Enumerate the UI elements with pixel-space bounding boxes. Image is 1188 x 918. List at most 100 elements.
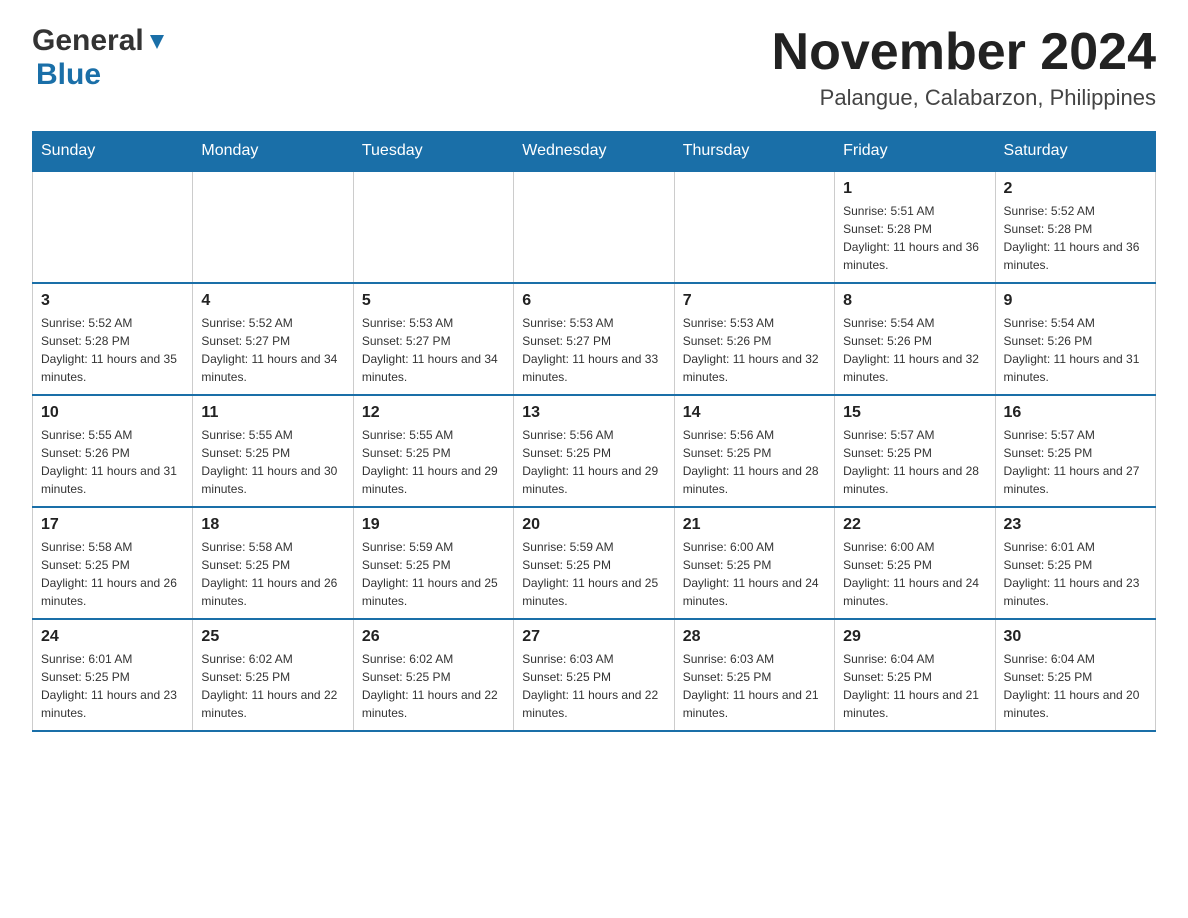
- day-info: Sunrise: 6:01 AM Sunset: 5:25 PM Dayligh…: [41, 650, 184, 722]
- table-row: 19 Sunrise: 5:59 AM Sunset: 5:25 PM Dayli…: [353, 507, 513, 619]
- day-info: Sunrise: 5:55 AM Sunset: 5:26 PM Dayligh…: [41, 426, 184, 498]
- day-info: Sunrise: 6:00 AM Sunset: 5:25 PM Dayligh…: [683, 538, 826, 610]
- day-info: Sunrise: 6:02 AM Sunset: 5:25 PM Dayligh…: [362, 650, 505, 722]
- day-info: Sunrise: 6:03 AM Sunset: 5:25 PM Dayligh…: [522, 650, 665, 722]
- day-number: 7: [683, 292, 826, 310]
- day-info: Sunrise: 5:59 AM Sunset: 5:25 PM Dayligh…: [522, 538, 665, 610]
- day-info: Sunrise: 5:56 AM Sunset: 5:25 PM Dayligh…: [522, 426, 665, 498]
- table-row: 8Sunrise: 5:54 AM Sunset: 5:26 PM Daylig…: [835, 283, 995, 395]
- day-number: 19: [362, 516, 505, 534]
- day-number: 18: [201, 516, 344, 534]
- day-number: 27: [522, 628, 665, 646]
- table-row: 27 Sunrise: 6:03 AM Sunset: 5:25 PM Dayli…: [514, 619, 674, 731]
- table-row: 22 Sunrise: 6:00 AM Sunset: 5:25 PM Dayli…: [835, 507, 995, 619]
- logo-blue-text: Blue: [36, 58, 101, 91]
- day-info: Sunrise: 5:54 AM Sunset: 5:26 PM Dayligh…: [843, 314, 986, 386]
- day-number: 1: [843, 180, 986, 198]
- day-number: 13: [522, 404, 665, 422]
- day-info: Sunrise: 6:04 AM Sunset: 5:25 PM Dayligh…: [843, 650, 986, 722]
- calendar-week-row: 1 Sunrise: 5:51 AM Sunset: 5:28 PM Daylig…: [33, 171, 1156, 283]
- table-row: 23 Sunrise: 6:01 AM Sunset: 5:25 PM Dayli…: [995, 507, 1155, 619]
- calendar-table: Sunday Monday Tuesday Wednesday Thursday…: [32, 131, 1156, 732]
- day-number: 3: [41, 292, 184, 310]
- day-info: Sunrise: 5:52 AM Sunset: 5:28 PM Dayligh…: [1004, 202, 1147, 274]
- day-info: Sunrise: 5:52 AM Sunset: 5:27 PM Dayligh…: [201, 314, 344, 386]
- day-info: Sunrise: 5:51 AM Sunset: 5:28 PM Dayligh…: [843, 202, 986, 274]
- table-row: [193, 171, 353, 283]
- table-row: 21Sunrise: 6:00 AM Sunset: 5:25 PM Dayli…: [674, 507, 834, 619]
- day-info: Sunrise: 5:53 AM Sunset: 5:27 PM Dayligh…: [362, 314, 505, 386]
- day-info: Sunrise: 5:57 AM Sunset: 5:25 PM Dayligh…: [1004, 426, 1147, 498]
- table-row: 18 Sunrise: 5:58 AM Sunset: 5:25 PM Dayli…: [193, 507, 353, 619]
- col-wednesday: Wednesday: [514, 132, 674, 172]
- header: General Blue November 2024 Palangue, Cal…: [32, 24, 1156, 111]
- day-info: Sunrise: 5:55 AM Sunset: 5:25 PM Dayligh…: [201, 426, 344, 498]
- table-row: 11Sunrise: 5:55 AM Sunset: 5:25 PM Dayli…: [193, 395, 353, 507]
- table-row: 28Sunrise: 6:03 AM Sunset: 5:25 PM Dayli…: [674, 619, 834, 731]
- day-info: Sunrise: 6:04 AM Sunset: 5:25 PM Dayligh…: [1004, 650, 1147, 722]
- table-row: 14 Sunrise: 5:56 AM Sunset: 5:25 PM Dayli…: [674, 395, 834, 507]
- table-row: 29 Sunrise: 6:04 AM Sunset: 5:25 PM Dayli…: [835, 619, 995, 731]
- day-info: Sunrise: 5:57 AM Sunset: 5:25 PM Dayligh…: [843, 426, 986, 498]
- day-number: 29: [843, 628, 986, 646]
- col-monday: Monday: [193, 132, 353, 172]
- col-thursday: Thursday: [674, 132, 834, 172]
- col-saturday: Saturday: [995, 132, 1155, 172]
- day-number: 22: [843, 516, 986, 534]
- table-row: 9Sunrise: 5:54 AM Sunset: 5:26 PM Daylig…: [995, 283, 1155, 395]
- day-number: 16: [1004, 404, 1147, 422]
- table-row: 7 Sunrise: 5:53 AM Sunset: 5:26 PM Daylig…: [674, 283, 834, 395]
- col-friday: Friday: [835, 132, 995, 172]
- day-info: Sunrise: 5:59 AM Sunset: 5:25 PM Dayligh…: [362, 538, 505, 610]
- table-row: 5 Sunrise: 5:53 AM Sunset: 5:27 PM Daylig…: [353, 283, 513, 395]
- day-number: 20: [522, 516, 665, 534]
- day-number: 28: [683, 628, 826, 646]
- table-row: 24 Sunrise: 6:01 AM Sunset: 5:25 PM Dayli…: [33, 619, 193, 731]
- day-info: Sunrise: 5:53 AM Sunset: 5:26 PM Dayligh…: [683, 314, 826, 386]
- day-info: Sunrise: 5:58 AM Sunset: 5:25 PM Dayligh…: [41, 538, 184, 610]
- table-row: 4 Sunrise: 5:52 AM Sunset: 5:27 PM Daylig…: [193, 283, 353, 395]
- day-number: 12: [362, 404, 505, 422]
- table-row: 17 Sunrise: 5:58 AM Sunset: 5:25 PM Dayli…: [33, 507, 193, 619]
- day-number: 4: [201, 292, 344, 310]
- calendar-week-row: 17 Sunrise: 5:58 AM Sunset: 5:25 PM Dayli…: [33, 507, 1156, 619]
- day-info: Sunrise: 6:02 AM Sunset: 5:25 PM Dayligh…: [201, 650, 344, 722]
- day-number: 10: [41, 404, 184, 422]
- table-row: [353, 171, 513, 283]
- table-row: 6 Sunrise: 5:53 AM Sunset: 5:27 PM Daylig…: [514, 283, 674, 395]
- table-row: 15Sunrise: 5:57 AM Sunset: 5:25 PM Dayli…: [835, 395, 995, 507]
- day-info: Sunrise: 5:53 AM Sunset: 5:27 PM Dayligh…: [522, 314, 665, 386]
- table-row: 30Sunrise: 6:04 AM Sunset: 5:25 PM Dayli…: [995, 619, 1155, 731]
- day-number: 26: [362, 628, 505, 646]
- table-row: 1 Sunrise: 5:51 AM Sunset: 5:28 PM Daylig…: [835, 171, 995, 283]
- table-row: 20 Sunrise: 5:59 AM Sunset: 5:25 PM Dayli…: [514, 507, 674, 619]
- day-number: 14: [683, 404, 826, 422]
- day-info: Sunrise: 5:55 AM Sunset: 5:25 PM Dayligh…: [362, 426, 505, 498]
- day-number: 6: [522, 292, 665, 310]
- col-sunday: Sunday: [33, 132, 193, 172]
- day-number: 23: [1004, 516, 1147, 534]
- day-info: Sunrise: 6:00 AM Sunset: 5:25 PM Dayligh…: [843, 538, 986, 610]
- day-number: 2: [1004, 180, 1147, 198]
- table-row: 2 Sunrise: 5:52 AM Sunset: 5:28 PM Daylig…: [995, 171, 1155, 283]
- day-info: Sunrise: 5:58 AM Sunset: 5:25 PM Dayligh…: [201, 538, 344, 610]
- table-row: 25Sunrise: 6:02 AM Sunset: 5:25 PM Dayli…: [193, 619, 353, 731]
- table-row: 16 Sunrise: 5:57 AM Sunset: 5:25 PM Dayli…: [995, 395, 1155, 507]
- calendar-header-row: Sunday Monday Tuesday Wednesday Thursday…: [33, 132, 1156, 172]
- table-row: 3Sunrise: 5:52 AM Sunset: 5:28 PM Daylig…: [33, 283, 193, 395]
- calendar-week-row: 24 Sunrise: 6:01 AM Sunset: 5:25 PM Dayli…: [33, 619, 1156, 731]
- day-info: Sunrise: 5:56 AM Sunset: 5:25 PM Dayligh…: [683, 426, 826, 498]
- calendar-title: November 2024: [772, 24, 1156, 81]
- table-row: 13 Sunrise: 5:56 AM Sunset: 5:25 PM Dayli…: [514, 395, 674, 507]
- calendar-subtitle: Palangue, Calabarzon, Philippines: [772, 85, 1156, 111]
- day-number: 9: [1004, 292, 1147, 310]
- logo-general-text: General: [32, 24, 144, 58]
- day-info: Sunrise: 6:01 AM Sunset: 5:25 PM Dayligh…: [1004, 538, 1147, 610]
- day-number: 5: [362, 292, 505, 310]
- table-row: 26 Sunrise: 6:02 AM Sunset: 5:25 PM Dayli…: [353, 619, 513, 731]
- table-row: [33, 171, 193, 283]
- table-row: [674, 171, 834, 283]
- day-number: 24: [41, 628, 184, 646]
- day-number: 17: [41, 516, 184, 534]
- logo: General Blue: [32, 24, 168, 92]
